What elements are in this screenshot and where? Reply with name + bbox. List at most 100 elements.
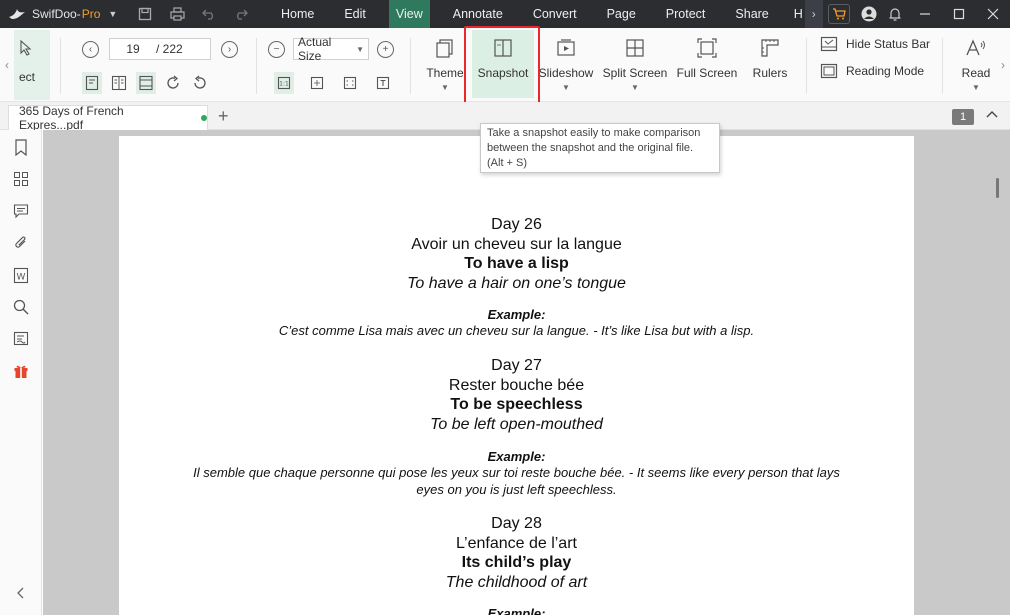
redo-icon[interactable]: [232, 5, 250, 23]
current-page-input[interactable]: 19: [110, 42, 156, 56]
collapse-ribbon-chevron-up-icon[interactable]: [986, 107, 998, 121]
entry-day-title: Day 28: [491, 515, 542, 532]
full-screen-button[interactable]: Full Screen: [676, 28, 738, 102]
ribbon-scroll-left-chevron-icon[interactable]: ‹: [0, 28, 14, 102]
reading-mode-label: Reading Mode: [846, 64, 925, 78]
hide-status-bar-button[interactable]: Hide Status Bar: [820, 36, 930, 52]
vertical-scrollbar-thumb[interactable]: [996, 178, 999, 198]
single-page-icon[interactable]: [82, 72, 102, 94]
rulers-button[interactable]: Rulers: [750, 28, 790, 102]
reading-mode-button[interactable]: Reading Mode: [820, 63, 924, 79]
svg-text:1:1: 1:1: [279, 81, 289, 88]
menu-annotate[interactable]: Annotate: [438, 0, 518, 28]
example-heading: Example:: [487, 307, 546, 322]
rotate-counterclockwise-icon[interactable]: [190, 72, 210, 94]
page-number-field[interactable]: 19 / 222: [109, 38, 211, 60]
total-pages-label: / 222: [156, 42, 183, 56]
attachment-paperclip-icon[interactable]: [12, 234, 30, 252]
cursor-arrow-icon: [20, 40, 32, 56]
ribbon-scroll-right-chevron-icon[interactable]: ›: [996, 28, 1010, 102]
read-aloud-button[interactable]: Read ▼: [958, 28, 994, 102]
example-text: Il semble que chaque personne qui pose l…: [193, 465, 840, 480]
print-icon[interactable]: [168, 5, 186, 23]
continuous-scroll-icon[interactable]: [136, 72, 156, 94]
app-menu-chevron-down-icon[interactable]: ▼: [108, 9, 117, 19]
snapshot-tooltip: Take a snapshot easily to make compariso…: [480, 123, 720, 173]
zoom-out-minus-icon[interactable]: −: [268, 40, 285, 58]
tooltip-shortcut: (Alt + S): [487, 157, 528, 169]
signature-icon[interactable]: [12, 330, 30, 348]
gift-icon[interactable]: [12, 362, 30, 380]
menu-convert[interactable]: Convert: [518, 0, 592, 28]
user-avatar-icon[interactable]: [856, 0, 882, 28]
select-tool-button[interactable]: ect: [14, 30, 50, 100]
example-heading: Example:: [487, 606, 546, 615]
word-document-icon[interactable]: W: [12, 266, 30, 284]
entry-day-title: Day 27: [491, 357, 542, 374]
undo-icon[interactable]: [200, 5, 218, 23]
app-name: SwifDoo-: [32, 7, 81, 21]
zoom-controls: − Actual Size ▼ +: [268, 35, 394, 63]
menu-edit[interactable]: Edit: [329, 0, 381, 28]
divider: [60, 38, 61, 94]
entry-day-26: Day 26 Avoir un cheveu sur la langue To …: [119, 215, 914, 293]
rotate-clockwise-icon[interactable]: [163, 72, 183, 94]
entry-day-title: Day 26: [491, 216, 542, 233]
entry-english-meaning: To have a lisp: [464, 255, 569, 272]
divider: [256, 38, 257, 94]
entry-literal-translation: To be left open-mouthed: [430, 415, 603, 433]
fit-text-icon[interactable]: [373, 72, 393, 94]
close-icon[interactable]: [976, 0, 1010, 28]
search-icon[interactable]: [12, 298, 30, 316]
entry-english-meaning: Its child’s play: [461, 554, 572, 571]
document-viewer[interactable]: Day 26 Avoir un cheveu sur la langue To …: [43, 130, 1010, 615]
theme-button[interactable]: Theme ▼: [423, 28, 467, 102]
slideshow-button[interactable]: Slideshow ▼: [538, 28, 594, 102]
zoom-chevron-down-icon: ▼: [356, 44, 364, 54]
full-screen-icon: [697, 38, 717, 58]
slideshow-label: Slideshow: [538, 66, 594, 80]
example-text: eyes on you is just left speechless.: [416, 481, 617, 497]
fit-width-icon[interactable]: [340, 72, 360, 94]
fit-page-icon[interactable]: [307, 72, 327, 94]
entry-literal-translation: To have a hair on one’s tongue: [407, 274, 626, 292]
hide-status-bar-label: Hide Status Bar: [846, 37, 931, 51]
example-text: C’est comme Lisa mais avec un cheveu sur…: [278, 323, 755, 338]
entry-literal-translation: The childhood of art: [445, 573, 588, 591]
zoom-select[interactable]: Actual Size ▼: [293, 35, 369, 63]
menu-view[interactable]: View: [388, 0, 430, 28]
collapse-sidebar-chevron-left-icon[interactable]: [12, 584, 30, 602]
thumbnails-icon[interactable]: [12, 170, 30, 188]
entry-french-phrase: Rester bouche bée: [448, 376, 585, 394]
split-screen-button[interactable]: Split Screen ▼: [602, 28, 668, 102]
bookmark-icon[interactable]: [12, 138, 30, 156]
actual-size-icon[interactable]: 1:1: [274, 72, 294, 94]
example-heading: Example:: [487, 449, 546, 464]
read-aloud-icon: [966, 39, 985, 56]
slideshow-icon: [557, 39, 575, 56]
previous-page-chevron-left-icon[interactable]: ‹: [82, 40, 99, 58]
comment-icon[interactable]: [12, 202, 30, 220]
cart-icon[interactable]: [828, 4, 850, 24]
fit-tools: 1:1: [274, 72, 393, 94]
maximize-icon[interactable]: [942, 0, 976, 28]
menu-protect[interactable]: Protect: [651, 0, 721, 28]
menu-home[interactable]: Home: [266, 0, 329, 28]
document-tab[interactable]: 365 Days of French Expres...pdf: [8, 104, 208, 132]
two-page-icon[interactable]: [109, 72, 129, 94]
entry-example-26: Example: C’est comme Lisa mais avec un c…: [119, 307, 914, 340]
divider: [410, 38, 411, 94]
menu-page[interactable]: Page: [592, 0, 651, 28]
entry-french-phrase: Avoir un cheveu sur la langue: [411, 235, 622, 253]
quick-access-toolbar: [136, 0, 250, 28]
zoom-in-plus-icon[interactable]: +: [377, 40, 394, 58]
next-page-chevron-right-icon[interactable]: ›: [221, 40, 238, 58]
add-tab-plus-icon[interactable]: +: [218, 106, 229, 127]
menu-share[interactable]: Share: [720, 0, 783, 28]
minimize-icon[interactable]: [908, 0, 942, 28]
save-icon[interactable]: [136, 5, 154, 23]
notification-bell-icon[interactable]: [882, 0, 908, 28]
app-logo[interactable]: SwifDoo- Pro ▼: [0, 0, 136, 28]
divider: [942, 38, 943, 94]
menu-more-chevron-right-icon[interactable]: ›: [804, 0, 823, 28]
